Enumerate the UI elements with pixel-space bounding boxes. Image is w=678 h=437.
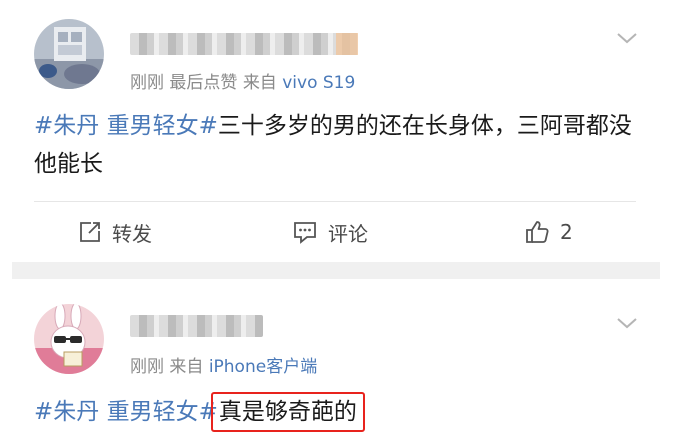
user-avatar[interactable] xyxy=(34,19,104,89)
post-meta: 刚刚 来自 iPhone客户端 xyxy=(130,352,317,377)
chevron-down-icon[interactable] xyxy=(616,315,638,329)
username-blurred[interactable] xyxy=(130,315,263,337)
weibo-post-1: 刚刚 最后点赞 来自 vivo S19 #朱丹 重男轻女#三十多岁的男的还在长身… xyxy=(0,0,678,262)
comment-label: 评论 xyxy=(328,221,368,246)
post-meta: 刚刚 最后点赞 来自 vivo S19 xyxy=(130,68,355,93)
post-time: 刚刚 xyxy=(130,73,164,93)
weibo-post-2: 刚刚 来自 iPhone客户端 #朱丹 重男轻女#真是够奇葩的 xyxy=(0,279,678,437)
post-activity: 最后点赞 xyxy=(169,73,238,93)
post-source-device[interactable]: vivo S19 xyxy=(282,73,355,93)
hashtag-link[interactable]: #朱丹 重男轻女# xyxy=(34,113,218,139)
post-source-device[interactable]: iPhone客户端 xyxy=(209,357,317,377)
comment-icon xyxy=(294,222,316,244)
repost-label: 转发 xyxy=(112,221,152,246)
user-avatar[interactable] xyxy=(34,304,104,374)
chevron-down-icon[interactable] xyxy=(616,30,638,44)
comment-button[interactable]: 评论 xyxy=(292,217,368,247)
post-content: #朱丹 重男轻女#三十多岁的男的还在长身体，三阿哥都没他能长 xyxy=(34,107,644,183)
thumbs-up-icon xyxy=(526,221,549,243)
repost-icon xyxy=(80,222,100,242)
like-count: 2 xyxy=(560,220,573,244)
post-source-prefix: 来自 xyxy=(169,357,204,377)
highlighted-text: 真是够奇葩的 xyxy=(210,392,365,432)
like-button[interactable]: 2 xyxy=(524,217,573,247)
hashtag-link[interactable]: #朱丹 重男轻女# xyxy=(34,399,218,425)
post-time: 刚刚 xyxy=(130,357,164,377)
post-content: #朱丹 重男轻女#真是够奇葩的 xyxy=(34,392,644,432)
post-source-prefix: 来自 xyxy=(242,73,277,93)
repost-button[interactable]: 转发 xyxy=(78,217,152,247)
post-separator xyxy=(12,262,660,279)
divider xyxy=(34,201,636,202)
username-blurred[interactable] xyxy=(130,33,358,55)
